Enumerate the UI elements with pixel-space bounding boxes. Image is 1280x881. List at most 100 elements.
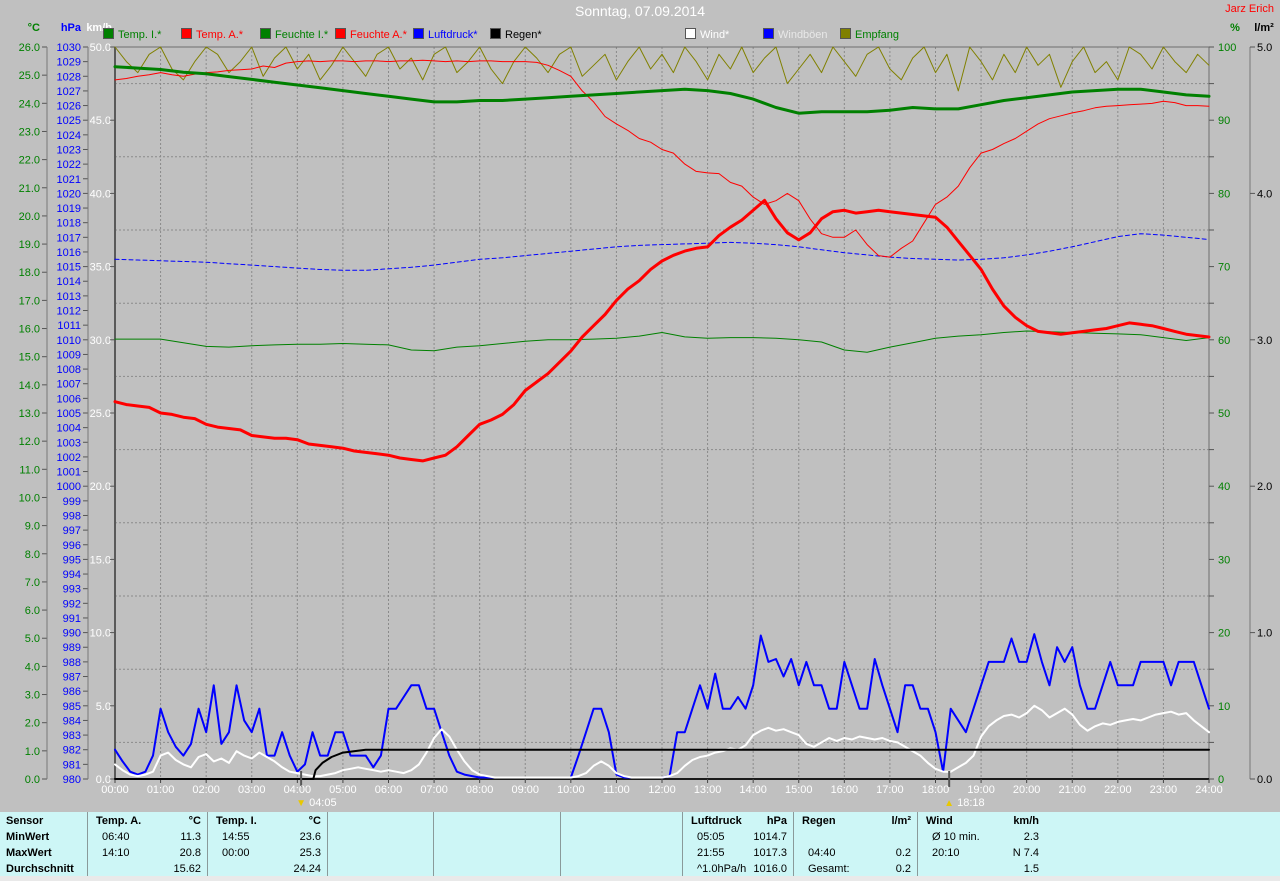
humidity-axis-label: 70 <box>1218 262 1230 274</box>
table-cell: 0.2 <box>895 847 911 859</box>
table-column-separator <box>327 812 328 876</box>
pressure-axis-label: 1002 <box>57 452 81 464</box>
weather-chart-plot[interactable]: 26.0 25.0 24.0 23.0 22.0 21.0 20.0 19.0 18.0 17.0… <box>0 0 1280 810</box>
pressure-axis-label: 1024 <box>57 130 81 142</box>
x-axis-label: 19:00 <box>967 784 995 796</box>
pressure-axis-label: 995 <box>63 554 81 566</box>
temp-axis-label: 11.0 <box>19 464 40 476</box>
series-temp_in <box>113 65 1211 115</box>
x-axis-label: 08:00 <box>465 784 494 796</box>
temp-axis-label: 4.0 <box>25 661 40 673</box>
table-column-separator <box>87 812 88 876</box>
pressure-axis-label: 1006 <box>57 393 81 405</box>
pressure-axis-label: 989 <box>63 642 81 654</box>
pressure-axis-label: 1022 <box>57 159 81 171</box>
table-cell: Durchschnitt <box>6 863 74 875</box>
temp-axis-label: 6.0 <box>25 605 40 617</box>
pressure-axis-label: 997 <box>63 525 81 537</box>
pressure-axis-label: 998 <box>63 510 81 522</box>
pressure-axis-label: 990 <box>63 628 81 640</box>
pressure-axis-label: 1004 <box>57 423 81 435</box>
x-axis-label: 16:00 <box>830 784 859 796</box>
humidity-axis-label: 30 <box>1218 554 1230 566</box>
x-axis-label: 18:00 <box>921 784 950 796</box>
x-axis-label: 20:00 <box>1012 784 1041 796</box>
temp-axis-label: 5.0 <box>25 633 40 645</box>
pressure-axis-label: 1030 <box>57 42 81 54</box>
wind-axis-label: 35.0 <box>90 262 111 274</box>
pressure-axis-label: 1028 <box>57 71 81 83</box>
temp-axis-label: 25.0 <box>19 70 40 82</box>
table-cell: °C <box>188 815 201 827</box>
pressure-axis-label: 986 <box>63 686 81 698</box>
wind-axis-label: 30.0 <box>90 335 111 347</box>
pressure-axis-label: 983 <box>63 730 81 742</box>
pressure-axis-label: 1010 <box>57 335 81 347</box>
table-cell: 1014.7 <box>753 831 787 843</box>
wind-axis-label: 40.0 <box>90 188 111 200</box>
table-column-separator <box>793 812 794 876</box>
temp-axis-label: 16.0 <box>19 324 40 336</box>
pressure-axis-label: 1018 <box>57 218 81 230</box>
pressure-axis-label: 1020 <box>57 188 81 200</box>
pressure-axis-label: 1025 <box>57 115 81 127</box>
temp-axis-label: 22.0 <box>19 155 40 167</box>
event-marker: ▲ 18:18 <box>944 797 985 809</box>
event-marker-time: 04:05 <box>306 797 337 809</box>
table-column-separator <box>682 812 683 876</box>
event-marker: ▼ 04:05 <box>296 797 337 809</box>
x-axis-label: 03:00 <box>237 784 266 796</box>
temp-axis-label: 19.0 <box>19 239 40 251</box>
wind-axis-label: 50.0 <box>90 42 111 54</box>
pressure-axis-label: 991 <box>63 613 81 625</box>
table-cell: Sensor <box>6 815 44 827</box>
x-axis-label: 14:00 <box>739 784 767 796</box>
rain-axis-label: 5.0 <box>1257 42 1272 54</box>
x-axis-label: 06:00 <box>374 784 403 796</box>
temp-axis-label: 13.0 <box>19 408 40 420</box>
x-axis-label: 17:00 <box>876 784 904 796</box>
summary-table: Sensor MinWert MaxWert Durchschnitt Temp. A.… <box>0 812 1280 876</box>
pressure-axis-label: 1021 <box>57 174 81 186</box>
pressure-axis-label: 1014 <box>57 276 81 288</box>
table-cell: 11.3 <box>180 831 201 843</box>
pressure-axis-label: 1013 <box>57 291 81 303</box>
temp-axis-label: 2.0 <box>25 718 40 730</box>
x-axis-label: 13:00 <box>693 784 722 796</box>
pressure-axis-label: 982 <box>63 745 81 757</box>
temp-axis-label: 9.0 <box>25 521 40 533</box>
pressure-axis-label: 1026 <box>57 101 81 113</box>
x-axis-label: 23:00 <box>1149 784 1178 796</box>
pressure-axis-label: 984 <box>63 715 81 727</box>
humidity-axis-label: 40 <box>1218 481 1230 493</box>
pressure-axis-label: 1008 <box>57 364 81 376</box>
x-axis-label: 07:00 <box>420 784 448 796</box>
humidity-axis-label: 80 <box>1218 188 1230 200</box>
temp-axis-label: 10.0 <box>19 492 40 504</box>
temp-axis-label: 7.0 <box>25 577 40 589</box>
pressure-axis-label: 999 <box>63 496 81 508</box>
temp-axis-label: 24.0 <box>19 98 40 110</box>
temp-axis-label: 3.0 <box>25 690 40 702</box>
pressure-axis-label: 1009 <box>57 349 81 361</box>
table-cell: MinWert <box>6 831 50 843</box>
table-cell: 15.62 <box>173 863 201 875</box>
pressure-axis-label: 1016 <box>57 247 81 259</box>
down-arrow-marker-icon: ▼ <box>296 798 307 809</box>
x-axis-label: 05:00 <box>329 784 357 796</box>
table-cell: 1016.0 <box>753 863 787 875</box>
table-column-separator <box>560 812 561 876</box>
pressure-axis-label: 985 <box>63 701 81 713</box>
pressure-axis-label: 987 <box>63 672 81 684</box>
event-marker-time: 18:18 <box>954 797 985 809</box>
pressure-axis-label: 1017 <box>57 232 81 244</box>
wind-axis-label: 20.0 <box>90 481 111 493</box>
temp-axis-label: 18.0 <box>19 267 40 279</box>
rain-axis-label: 2.0 <box>1257 481 1272 493</box>
wind-axis-label: 45.0 <box>90 115 111 127</box>
pressure-axis-label: 1000 <box>57 481 81 493</box>
temp-axis-label: 8.0 <box>25 549 40 561</box>
table-cell: 23.6 <box>299 831 321 843</box>
pressure-axis-label: 980 <box>63 774 81 786</box>
pressure-axis-label: 1005 <box>57 408 81 420</box>
